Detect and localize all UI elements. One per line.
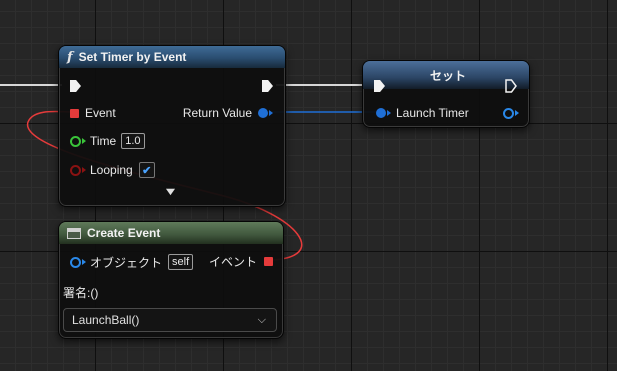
return-value-arrow — [269, 110, 273, 116]
set-variable-node[interactable]: セット Launch Timer — [362, 60, 530, 128]
signature-label: 署名:() — [63, 285, 99, 300]
return-value-label: Return Value — [182, 106, 252, 120]
event-label: Event — [85, 106, 116, 120]
launch-timer-out-pin[interactable] — [503, 107, 514, 119]
launch-timer-in-arrow — [387, 110, 391, 116]
function-select-value: LaunchBall() — [72, 313, 140, 327]
launch-timer-row: Launch Timer — [376, 104, 469, 122]
signature-row: 署名:() — [63, 283, 98, 301]
looping-pin-arrow — [82, 167, 86, 173]
event-out-label: イベント — [208, 254, 257, 269]
window-icon — [67, 227, 81, 239]
object-label: オブジェクト — [90, 255, 163, 270]
checkmark-icon: ✔ — [142, 164, 152, 177]
object-pin-arrow — [82, 259, 86, 265]
exec-out-pin[interactable] — [262, 80, 273, 92]
time-value-input[interactable]: 1.0 — [121, 133, 145, 149]
create-event-header[interactable]: Create Event — [59, 222, 283, 244]
create-event-title: Create Event — [87, 226, 161, 240]
event-out-pin[interactable] — [264, 256, 273, 266]
function-select[interactable]: LaunchBall() ⌵ — [63, 308, 277, 332]
expand-chevron-icon[interactable]: ▼ — [163, 186, 178, 198]
time-pin-row: Time 1.0 — [70, 132, 145, 150]
looping-pin-row: Looping ✔ — [70, 161, 155, 179]
launch-timer-label: Launch Timer — [396, 106, 469, 120]
object-pin-row: オブジェクト self — [70, 253, 194, 271]
launch-timer-out-row — [503, 104, 519, 122]
object-value[interactable]: self — [168, 254, 194, 270]
set-timer-title: Set Timer by Event — [78, 50, 187, 64]
return-value-pin[interactable] — [258, 108, 268, 118]
function-f-icon: f — [67, 49, 73, 65]
time-pin[interactable] — [70, 135, 81, 147]
launch-timer-in-pin[interactable] — [376, 108, 386, 118]
set-timer-by-event-node[interactable]: f Set Timer by Event Event Return Value … — [58, 45, 286, 207]
launch-timer-out-arrow — [515, 110, 519, 116]
set-timer-header[interactable]: f Set Timer by Event — [59, 46, 285, 68]
event-pin-row: Event — [70, 104, 116, 122]
time-pin-arrow — [82, 138, 86, 144]
looping-label: Looping — [90, 163, 133, 177]
time-label: Time — [90, 134, 117, 148]
looping-pin[interactable] — [70, 164, 81, 176]
set-node-title: セット — [429, 68, 466, 83]
create-event-node[interactable]: Create Event オブジェクト self イベント 署名:() Laun… — [58, 221, 284, 339]
event-pin[interactable] — [70, 108, 79, 118]
object-pin[interactable] — [70, 256, 81, 268]
exec-in-pin[interactable] — [70, 80, 81, 92]
looping-checkbox[interactable]: ✔ — [138, 162, 155, 178]
return-value-row: Return Value — [183, 104, 273, 122]
chevron-down-icon: ⌵ — [257, 314, 266, 326]
event-out-row: イベント — [209, 252, 273, 270]
set-exec-out-pin[interactable] — [505, 79, 517, 93]
